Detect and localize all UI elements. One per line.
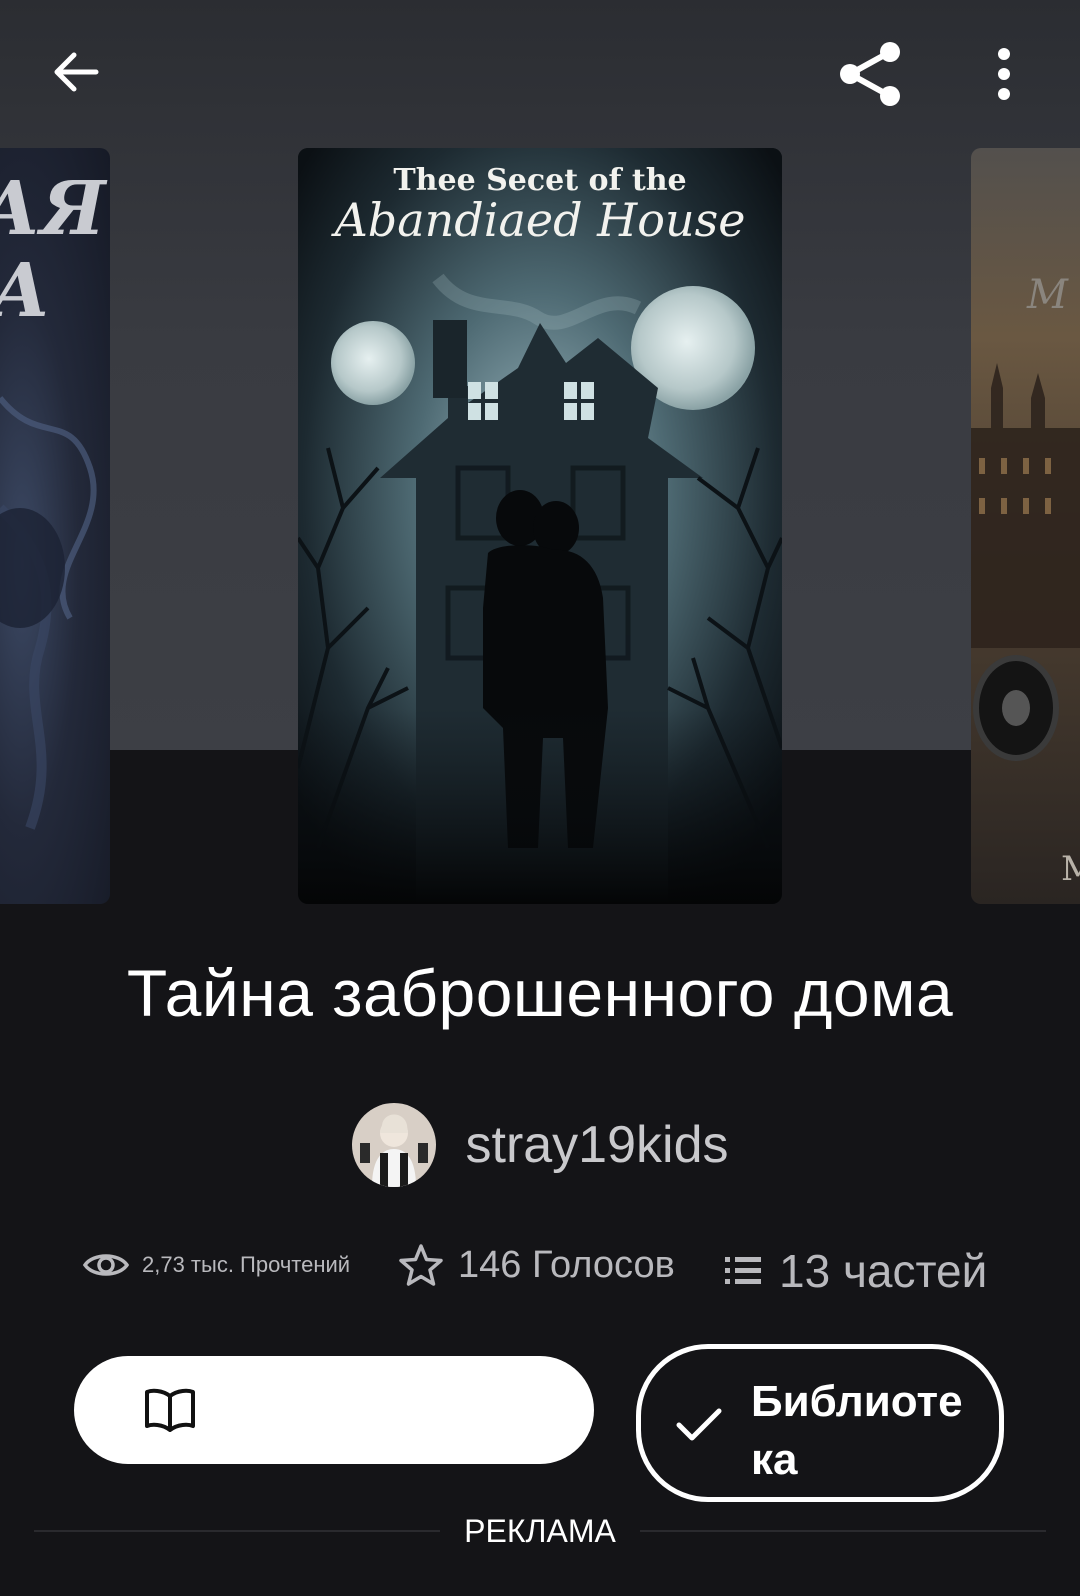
svg-text:Abandiaed House: Abandiaed House: [331, 193, 746, 247]
svg-text:АЯ: АЯ: [0, 166, 108, 252]
star-icon: [399, 1244, 443, 1286]
parts-stat: 13 частей: [725, 1244, 987, 1298]
votes-count: 146 Голосов: [458, 1243, 675, 1286]
book-open-icon: [145, 1388, 195, 1432]
share-button[interactable]: [830, 34, 910, 114]
reads-stat: 2,73 тыс. Прочтений: [82, 1240, 350, 1290]
author-name[interactable]: stray19kids: [466, 1115, 729, 1175]
divider-line-right: [639, 1530, 1047, 1532]
svg-text:M: M: [1061, 849, 1080, 889]
back-button[interactable]: [40, 36, 112, 108]
library-label: Библиотека: [751, 1377, 963, 1484]
eye-icon: [82, 1254, 130, 1276]
parts-count: 13 частей: [779, 1245, 988, 1297]
story-title: Тайна заброшенного дома: [126, 956, 954, 1030]
story-cover[interactable]: Thee Secet of the Abandiaed House: [298, 148, 782, 904]
svg-text:А: А: [0, 248, 50, 334]
reads-count: 2,73 тыс. Прочтений: [142, 1252, 351, 1277]
previous-cover-art: АЯ А: [0, 166, 108, 830]
story-stats: 2,73 тыс. Прочтений 146 Голосов 13 часте…: [0, 1240, 1080, 1300]
arrow-left-icon: [54, 52, 99, 92]
author-link[interactable]: stray19kids: [0, 1102, 1080, 1188]
previous-story-cover[interactable]: АЯ А: [0, 148, 110, 904]
list-icon: [725, 1257, 761, 1284]
more-vertical-icon: [998, 48, 1010, 100]
cover-artwork: Thee Secet of the Abandiaed House: [298, 148, 782, 904]
next-cover-art: M M: [971, 272, 1080, 889]
check-icon: [676, 1408, 722, 1441]
svg-text:M: M: [1026, 272, 1069, 318]
author-avatar[interactable]: [351, 1103, 436, 1187]
next-story-cover[interactable]: M M: [971, 148, 1080, 904]
more-options-button[interactable]: [980, 34, 1028, 114]
votes-stat: 146 Голосов: [398, 1240, 675, 1290]
library-button[interactable]: Библиотека: [636, 1344, 1004, 1502]
share-icon: [840, 42, 900, 106]
ad-label: РЕКЛАМА: [464, 1512, 616, 1549]
ad-divider: РЕКЛАМА: [34, 1506, 1047, 1556]
divider-line-left: [34, 1530, 441, 1532]
start-reading-button[interactable]: [74, 1356, 594, 1464]
